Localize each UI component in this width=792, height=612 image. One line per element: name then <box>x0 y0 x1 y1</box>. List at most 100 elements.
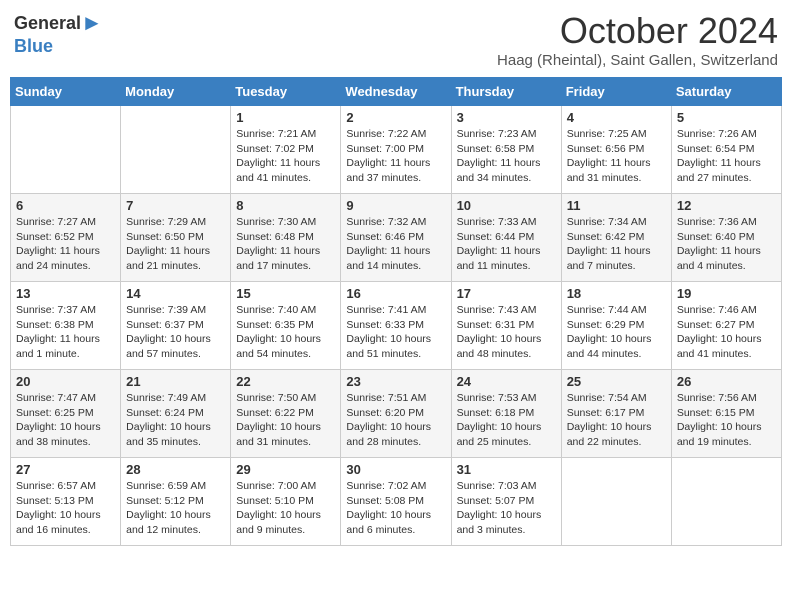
calendar-cell: 12Sunrise: 7:36 AM Sunset: 6:40 PM Dayli… <box>671 194 781 282</box>
calendar-cell: 16 Sunrise: 7:41 AM Sunset: 6:33 PM Dayli… <box>341 282 451 370</box>
day-header-wednesday: Wednesday <box>341 78 451 106</box>
calendar-cell: 10 Sunrise: 7:33 AM Sunset: 6:44 PM Dayli… <box>451 194 561 282</box>
day-number: 25 <box>567 374 666 389</box>
day-number: 21 <box>126 374 225 389</box>
day-number: 9 <box>346 198 445 213</box>
day-number: 13 <box>16 286 115 301</box>
cell-content: Sunrise: 7:36 AM Sunset: 6:40 PM Dayligh… <box>677 215 776 274</box>
calendar-cell: 27Sunrise: 6:57 AM Sunset: 5:13 PM Dayli… <box>11 458 121 546</box>
calendar-cell: 17 Sunrise: 7:43 AM Sunset: 6:31 PM Dayli… <box>451 282 561 370</box>
calendar-cell: 29 Sunrise: 7:00 AM Sunset: 5:10 PM Dayli… <box>231 458 341 546</box>
day-number: 8 <box>236 198 335 213</box>
day-number: 19 <box>677 286 776 301</box>
cell-content: Sunrise: 7:27 AM Sunset: 6:52 PM Dayligh… <box>16 215 115 274</box>
calendar-cell: 20 Sunrise: 7:47 AM Sunset: 6:25 PM Dayli… <box>11 370 121 458</box>
calendar-week-5: 27Sunrise: 6:57 AM Sunset: 5:13 PM Dayli… <box>11 458 782 546</box>
cell-content: Sunrise: 7:44 AM Sunset: 6:29 PM Dayligh… <box>567 303 666 362</box>
calendar-cell: 23 Sunrise: 7:51 AM Sunset: 6:20 PM Dayli… <box>341 370 451 458</box>
cell-content: Sunrise: 7:33 AM Sunset: 6:44 PM Dayligh… <box>457 215 556 274</box>
cell-content: Sunrise: 7:46 AM Sunset: 6:27 PM Dayligh… <box>677 303 776 362</box>
day-number: 7 <box>126 198 225 213</box>
cell-content: Sunrise: 7:53 AM Sunset: 6:18 PM Dayligh… <box>457 391 556 450</box>
day-number: 29 <box>236 462 335 477</box>
day-header-sunday: Sunday <box>11 78 121 106</box>
cell-content: Sunrise: 7:34 AM Sunset: 6:42 PM Dayligh… <box>567 215 666 274</box>
calendar-cell: 4Sunrise: 7:25 AM Sunset: 6:56 PM Daylig… <box>561 106 671 194</box>
cell-content: Sunrise: 6:59 AM Sunset: 5:12 PM Dayligh… <box>126 479 225 538</box>
cell-content: Sunrise: 7:47 AM Sunset: 6:25 PM Dayligh… <box>16 391 115 450</box>
calendar-cell: 1 Sunrise: 7:21 AM Sunset: 7:02 PM Daylig… <box>231 106 341 194</box>
calendar-cell <box>121 106 231 194</box>
day-number: 3 <box>457 110 556 125</box>
cell-content: Sunrise: 7:43 AM Sunset: 6:31 PM Dayligh… <box>457 303 556 362</box>
cell-content: Sunrise: 7:29 AM Sunset: 6:50 PM Dayligh… <box>126 215 225 274</box>
day-number: 6 <box>16 198 115 213</box>
day-number: 26 <box>677 374 776 389</box>
cell-content: Sunrise: 7:30 AM Sunset: 6:48 PM Dayligh… <box>236 215 335 274</box>
day-header-monday: Monday <box>121 78 231 106</box>
calendar-cell: 11Sunrise: 7:34 AM Sunset: 6:42 PM Dayli… <box>561 194 671 282</box>
page-header: General ► Blue October 2024 Haag (Rheint… <box>10 10 782 69</box>
day-number: 14 <box>126 286 225 301</box>
logo-blue-text: Blue <box>14 36 53 57</box>
day-number: 16 <box>346 286 445 301</box>
day-header-thursday: Thursday <box>451 78 561 106</box>
calendar-cell: 26 Sunrise: 7:56 AM Sunset: 6:15 PM Dayli… <box>671 370 781 458</box>
day-number: 17 <box>457 286 556 301</box>
cell-content: Sunrise: 7:21 AM Sunset: 7:02 PM Dayligh… <box>236 127 335 186</box>
cell-content: Sunrise: 7:26 AM Sunset: 6:54 PM Dayligh… <box>677 127 776 186</box>
logo-bird-icon: ► <box>81 10 103 36</box>
calendar-cell: 22 Sunrise: 7:50 AM Sunset: 6:22 PM Dayli… <box>231 370 341 458</box>
calendar-cell: 2 Sunrise: 7:22 AM Sunset: 7:00 PM Daylig… <box>341 106 451 194</box>
cell-content: Sunrise: 7:41 AM Sunset: 6:33 PM Dayligh… <box>346 303 445 362</box>
calendar-cell: 5 Sunrise: 7:26 AM Sunset: 6:54 PM Daylig… <box>671 106 781 194</box>
cell-content: Sunrise: 7:37 AM Sunset: 6:38 PM Dayligh… <box>16 303 115 362</box>
title-area: October 2024 Haag (Rheintal), Saint Gall… <box>497 10 778 69</box>
calendar-cell: 7 Sunrise: 7:29 AM Sunset: 6:50 PM Daylig… <box>121 194 231 282</box>
calendar-body: 1 Sunrise: 7:21 AM Sunset: 7:02 PM Daylig… <box>11 106 782 546</box>
day-number: 2 <box>346 110 445 125</box>
day-number: 20 <box>16 374 115 389</box>
calendar-cell: 13 Sunrise: 7:37 AM Sunset: 6:38 PM Dayli… <box>11 282 121 370</box>
calendar-cell: 30 Sunrise: 7:02 AM Sunset: 5:08 PM Dayli… <box>341 458 451 546</box>
cell-content: Sunrise: 7:02 AM Sunset: 5:08 PM Dayligh… <box>346 479 445 538</box>
cell-content: Sunrise: 7:51 AM Sunset: 6:20 PM Dayligh… <box>346 391 445 450</box>
day-number: 10 <box>457 198 556 213</box>
day-number: 22 <box>236 374 335 389</box>
day-number: 23 <box>346 374 445 389</box>
calendar-cell: 18 Sunrise: 7:44 AM Sunset: 6:29 PM Dayli… <box>561 282 671 370</box>
calendar-table: SundayMondayTuesdayWednesdayThursdayFrid… <box>10 77 782 546</box>
cell-content: Sunrise: 7:54 AM Sunset: 6:17 PM Dayligh… <box>567 391 666 450</box>
day-number: 18 <box>567 286 666 301</box>
calendar-cell <box>11 106 121 194</box>
calendar-week-3: 13 Sunrise: 7:37 AM Sunset: 6:38 PM Dayli… <box>11 282 782 370</box>
calendar-cell <box>561 458 671 546</box>
calendar-header-row: SundayMondayTuesdayWednesdayThursdayFrid… <box>11 78 782 106</box>
calendar-cell: 9 Sunrise: 7:32 AM Sunset: 6:46 PM Daylig… <box>341 194 451 282</box>
calendar-cell: 31Sunrise: 7:03 AM Sunset: 5:07 PM Dayli… <box>451 458 561 546</box>
day-number: 30 <box>346 462 445 477</box>
calendar-week-4: 20 Sunrise: 7:47 AM Sunset: 6:25 PM Dayli… <box>11 370 782 458</box>
month-title: October 2024 <box>497 10 778 52</box>
cell-content: Sunrise: 7:22 AM Sunset: 7:00 PM Dayligh… <box>346 127 445 186</box>
day-number: 1 <box>236 110 335 125</box>
cell-content: Sunrise: 7:39 AM Sunset: 6:37 PM Dayligh… <box>126 303 225 362</box>
day-number: 24 <box>457 374 556 389</box>
day-number: 27 <box>16 462 115 477</box>
calendar-cell: 6 Sunrise: 7:27 AM Sunset: 6:52 PM Daylig… <box>11 194 121 282</box>
calendar-cell: 21 Sunrise: 7:49 AM Sunset: 6:24 PM Dayli… <box>121 370 231 458</box>
calendar-cell: 15Sunrise: 7:40 AM Sunset: 6:35 PM Dayli… <box>231 282 341 370</box>
logo-general-text: General <box>14 13 81 34</box>
cell-content: Sunrise: 7:50 AM Sunset: 6:22 PM Dayligh… <box>236 391 335 450</box>
calendar-week-1: 1 Sunrise: 7:21 AM Sunset: 7:02 PM Daylig… <box>11 106 782 194</box>
cell-content: Sunrise: 7:32 AM Sunset: 6:46 PM Dayligh… <box>346 215 445 274</box>
cell-content: Sunrise: 7:00 AM Sunset: 5:10 PM Dayligh… <box>236 479 335 538</box>
day-number: 28 <box>126 462 225 477</box>
day-number: 5 <box>677 110 776 125</box>
cell-content: Sunrise: 7:49 AM Sunset: 6:24 PM Dayligh… <box>126 391 225 450</box>
day-header-tuesday: Tuesday <box>231 78 341 106</box>
logo: General ► Blue <box>14 10 103 57</box>
cell-content: Sunrise: 7:03 AM Sunset: 5:07 PM Dayligh… <box>457 479 556 538</box>
location-title: Haag (Rheintal), Saint Gallen, Switzerla… <box>497 52 778 69</box>
cell-content: Sunrise: 7:56 AM Sunset: 6:15 PM Dayligh… <box>677 391 776 450</box>
